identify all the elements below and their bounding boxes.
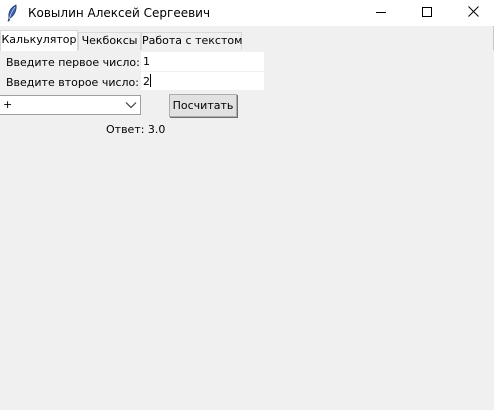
feather-icon: [6, 4, 18, 22]
operation-select[interactable]: +: [0, 95, 141, 115]
tab-checkboxes[interactable]: Чекбоксы: [78, 32, 141, 50]
second-number-input[interactable]: 2: [141, 72, 264, 91]
minimize-icon: [376, 7, 386, 20]
maximize-button[interactable]: [404, 0, 450, 26]
close-button[interactable]: [450, 0, 494, 26]
calculate-button[interactable]: Посчитать: [169, 94, 237, 117]
operation-value: +: [3, 98, 13, 111]
title-bar[interactable]: Ковылин Алексей Сергеевич: [0, 0, 494, 26]
chevron-down-icon[interactable]: [125, 100, 137, 110]
first-number-value: 1: [143, 55, 150, 68]
close-icon: [467, 6, 479, 20]
maximize-icon: [422, 6, 432, 20]
first-number-input[interactable]: 1: [141, 52, 264, 71]
text-caret: [150, 74, 151, 87]
tab-text-work[interactable]: Работа с текстом: [141, 32, 242, 50]
app-window: Ковылин Алексей Сергеевич Калькулятор Че…: [0, 0, 494, 410]
window-title: Ковылин Алексей Сергеевич: [28, 6, 211, 20]
second-number-value: 2: [143, 75, 150, 88]
tab-calculator[interactable]: Калькулятор: [0, 30, 78, 51]
minimize-button[interactable]: [358, 0, 404, 26]
first-number-label: Введите первое число:: [6, 56, 140, 69]
second-number-label: Введите второе число:: [6, 76, 139, 89]
answer-label: Ответ: 3.0: [106, 123, 166, 136]
